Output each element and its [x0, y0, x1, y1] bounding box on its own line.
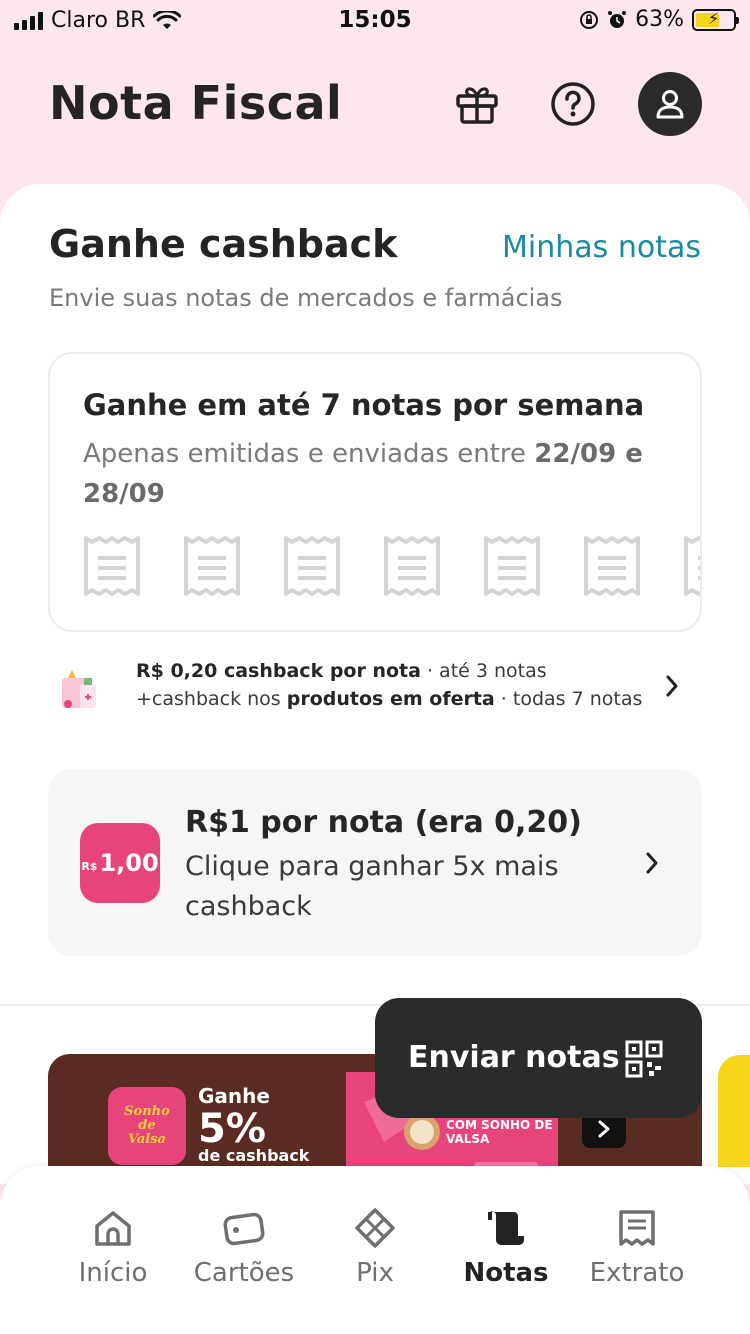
receipt-slot-icon [182, 534, 242, 598]
charging-icon: ⚡ [708, 8, 720, 28]
receipt-slot-icon [282, 534, 342, 598]
date-and: e [616, 439, 643, 469]
chevron-right-icon [646, 852, 658, 874]
bottom-navigation: Início Cartões Pix Notas Extrato [0, 1166, 750, 1334]
help-button[interactable] [541, 72, 605, 136]
receipt-slot-icon [482, 534, 542, 598]
send-notes-label: Enviar notas [408, 1040, 620, 1075]
badge-currency: R$ [81, 859, 98, 873]
battery-percent: 63% [635, 7, 684, 32]
profile-button[interactable] [638, 72, 702, 136]
help-icon [551, 82, 595, 126]
status-right: 63% ⚡ [579, 7, 739, 32]
qr-code-icon [625, 1040, 663, 1078]
alarm-icon [608, 10, 627, 28]
home-icon [95, 1211, 131, 1246]
receipt-slot-icon [582, 534, 642, 598]
banner-product-text: COM SONHO DE VALSA [446, 1118, 553, 1146]
offer-desc: Clique para ganhar 5x mais cashback [185, 851, 559, 922]
next-banner-peek[interactable] [718, 1055, 750, 1167]
minhas-notas-link[interactable]: Minhas notas [502, 230, 701, 265]
nav-inicio[interactable]: Início [43, 1206, 183, 1288]
nav-extrato[interactable]: Extrato [567, 1206, 707, 1288]
promo-prefix: +cashback nos [136, 688, 287, 710]
boost-offer-card[interactable]: R$ 1,00 R$1 por nota (era 0,20) Clique p… [48, 769, 702, 956]
cashback-badge: R$ 1,00 [80, 823, 160, 903]
chevron-right-icon [598, 1120, 610, 1138]
card-icon [223, 1212, 265, 1246]
chevron-right-icon [666, 675, 678, 697]
nav-label-inicio: Início [78, 1258, 148, 1288]
nav-label-notas: Notas [463, 1258, 549, 1288]
nav-pix[interactable]: Pix [305, 1206, 445, 1288]
app-header: Nota Fiscal [0, 42, 750, 182]
receipt-slot-icon [682, 534, 700, 598]
send-notes-button[interactable]: Enviar notas [375, 998, 702, 1118]
nav-label-cartoes: Cartões [193, 1258, 295, 1288]
battery-icon: ⚡ [692, 8, 739, 31]
receipt-slots [82, 534, 700, 600]
statement-icon [619, 1210, 655, 1246]
pharmacy-products-icon [62, 670, 96, 708]
offer-title: R$1 por nota (era 0,20) [185, 805, 582, 840]
pix-icon [355, 1208, 395, 1248]
weekly-notes-desc: Apenas emitidas e enviadas entre 22/09 e… [83, 434, 683, 514]
receipt-slot-icon [82, 534, 142, 598]
notes-desc-prefix: Apenas emitidas e enviadas entre [83, 439, 535, 469]
receipt-slot-icon [382, 534, 442, 598]
promo-all-notes: · todas 7 notas [494, 688, 643, 710]
promo-cashback-per-note: R$ 0,20 cashback por nota [136, 660, 421, 682]
status-bar: Claro BR 15:05 63% ⚡ [0, 0, 750, 42]
cashback-title: Ganhe cashback [49, 222, 398, 266]
gift-icon [456, 87, 498, 124]
nav-label-extrato: Extrato [589, 1258, 685, 1288]
banner-ganhe: Ganhe [198, 1084, 270, 1108]
date-end: 28/09 [83, 479, 165, 509]
nav-label-pix: Pix [356, 1258, 394, 1288]
sonho-de-valsa-logo: Sonho de Valsa [108, 1087, 186, 1165]
logo-line-2: de [138, 1118, 156, 1133]
badge-amount: 1,00 [99, 849, 159, 877]
receipt-icon [488, 1211, 524, 1245]
date-start: 22/09 [534, 439, 617, 469]
nav-notas[interactable]: Notas [436, 1206, 576, 1288]
gift-button[interactable] [445, 72, 509, 136]
promo-note-limit: · até 3 notas [420, 660, 547, 682]
cashback-rules-row[interactable]: R$ 0,20 cashback por nota · até 3 notas … [48, 654, 702, 724]
promo-offer-products: produtos em oferta [286, 688, 495, 710]
logo-line-1: Sonho [124, 1104, 170, 1119]
logo-line-3: Valsa [127, 1132, 166, 1147]
promo-line-2: +cashback nos produtos em oferta · todas… [136, 688, 642, 710]
page-title: Nota Fiscal [49, 76, 343, 130]
rotation-lock-icon [580, 10, 599, 29]
promo-line-1: R$ 0,20 cashback por nota · até 3 notas [136, 660, 547, 682]
profile-icon [656, 90, 684, 119]
weekly-notes-title: Ganhe em até 7 notas por semana [83, 388, 645, 422]
weekly-notes-card: Ganhe em até 7 notas por semana Apenas e… [48, 352, 702, 632]
nav-cartoes[interactable]: Cartões [174, 1206, 314, 1288]
banner-cashback: de cashback [198, 1146, 310, 1165]
cashback-subtitle: Envie suas notas de mercados e farmácias [49, 284, 563, 312]
